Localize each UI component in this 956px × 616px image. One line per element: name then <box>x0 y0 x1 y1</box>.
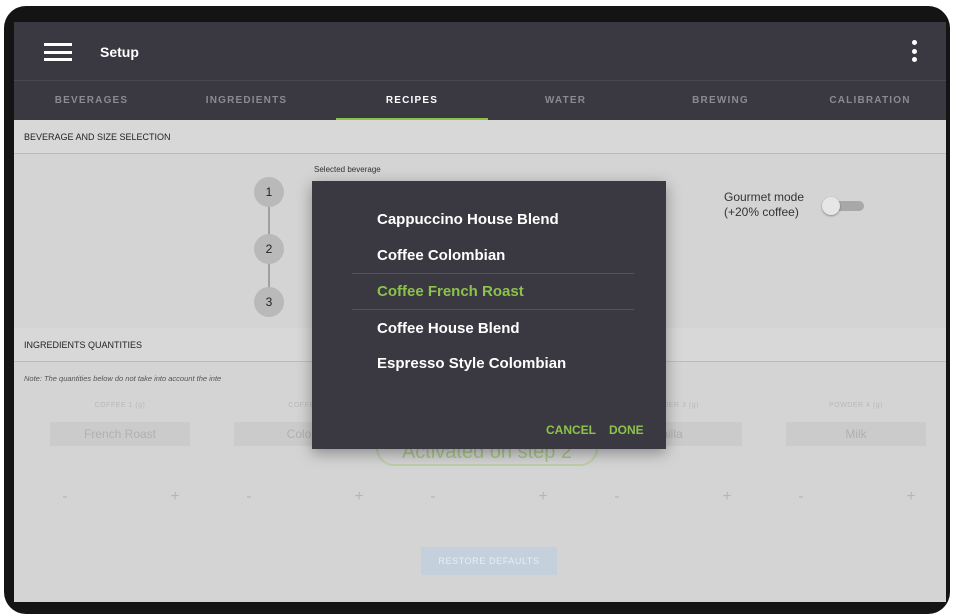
menu-icon[interactable] <box>44 43 72 61</box>
quantity-stepper: - + <box>602 482 742 512</box>
ingredient-column: POWDER 4 (g) Milk <box>786 402 926 446</box>
selected-beverage-label: Selected beverage <box>314 165 381 174</box>
app-screen: Setup BEVERAGES INGREDIENTS RECIPES WATE… <box>14 22 946 602</box>
quantity-stepper: - + <box>418 482 558 512</box>
increase-button[interactable]: + <box>896 482 926 512</box>
increase-button[interactable]: + <box>160 482 190 512</box>
section-header-beverage-selection: BEVERAGE AND SIZE SELECTION <box>14 120 946 154</box>
beverage-option[interactable]: Coffee Colombian <box>377 247 505 264</box>
quantity-stepper: - + <box>786 482 926 512</box>
toggle-knob <box>822 197 840 215</box>
step-3[interactable]: 3 <box>254 287 284 317</box>
more-options-icon[interactable] <box>912 40 918 64</box>
quantities-note: Note: The quantities below do not take i… <box>24 374 222 383</box>
app-title: Setup <box>100 44 139 60</box>
tab-calibration[interactable]: CALIBRATION <box>794 81 946 121</box>
ingredient-select[interactable]: French Roast <box>50 422 190 446</box>
decrease-button[interactable]: - <box>234 482 264 512</box>
gourmet-mode-label: Gourmet mode (+20% coffee) <box>724 190 804 220</box>
beverage-option[interactable]: Cappuccino House Blend <box>377 211 559 228</box>
tablet-frame: Setup BEVERAGES INGREDIENTS RECIPES WATE… <box>4 6 950 614</box>
decrease-button[interactable]: - <box>602 482 632 512</box>
gourmet-mode-subtitle: (+20% coffee) <box>724 205 799 219</box>
ingredient-select[interactable]: Milk <box>786 422 926 446</box>
tab-recipes[interactable]: RECIPES <box>336 81 488 121</box>
selection-divider <box>352 309 634 310</box>
beverage-option-selected[interactable]: Coffee French Roast <box>377 283 524 300</box>
app-bar: Setup <box>14 22 946 80</box>
step-1[interactable]: 1 <box>254 177 284 207</box>
quantity-stepper: - + <box>234 482 374 512</box>
decrease-button[interactable]: - <box>786 482 816 512</box>
gourmet-mode-toggle[interactable] <box>822 197 866 215</box>
ingredient-label: COFFEE 1 (g) <box>94 402 146 409</box>
increase-button[interactable]: + <box>712 482 742 512</box>
gourmet-mode-title: Gourmet mode <box>724 190 805 204</box>
tab-beverages[interactable]: BEVERAGES <box>14 81 169 121</box>
beverage-picker-dialog: Cappuccino House Blend Coffee Colombian … <box>312 181 666 449</box>
selection-divider <box>352 273 634 274</box>
decrease-button[interactable]: - <box>50 482 80 512</box>
ingredient-label: POWDER 4 (g) <box>829 402 883 409</box>
ingredient-column: COFFEE 1 (g) French Roast <box>50 402 190 446</box>
step-2[interactable]: 2 <box>254 234 284 264</box>
tab-ingredients[interactable]: INGREDIENTS <box>169 81 324 121</box>
decrease-button[interactable]: - <box>418 482 448 512</box>
done-button[interactable]: DONE <box>609 423 644 437</box>
tab-brewing[interactable]: BREWING <box>643 81 798 121</box>
beverage-option[interactable]: Coffee House Blend <box>377 320 520 337</box>
quantity-stepper: - + <box>50 482 190 512</box>
increase-button[interactable]: + <box>528 482 558 512</box>
stepper-connector <box>268 260 270 290</box>
restore-defaults-button[interactable]: RESTORE DEFAULTS <box>421 547 557 575</box>
cancel-button[interactable]: CANCEL <box>546 423 596 437</box>
increase-button[interactable]: + <box>344 482 374 512</box>
tab-water[interactable]: WATER <box>488 81 643 121</box>
tab-bar: BEVERAGES INGREDIENTS RECIPES WATER BREW… <box>14 80 946 121</box>
beverage-option[interactable]: Espresso Style Colombian <box>377 355 566 372</box>
